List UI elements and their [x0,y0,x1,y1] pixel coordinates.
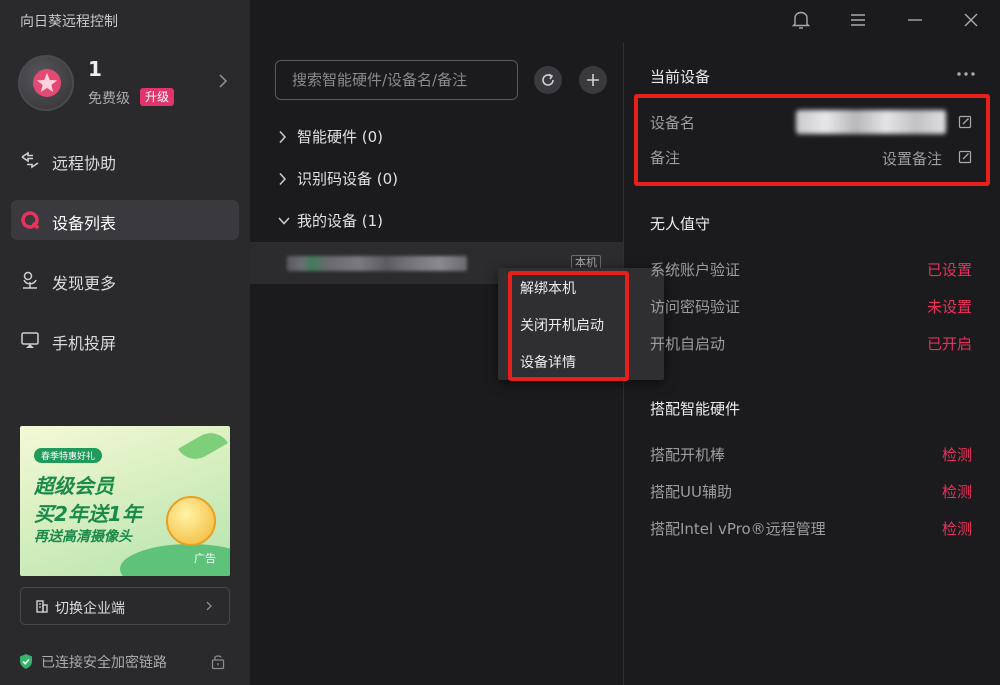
chevron-right-icon[interactable] [218,73,228,89]
uu-assist-check-link[interactable]: 检测 [942,481,972,502]
device-list-icon [21,211,40,230]
edit-icon[interactable] [958,150,972,164]
shield-check-icon [20,654,32,669]
search-input[interactable] [292,70,507,90]
sidebar: 向日葵远程控制 1 免费级 升级 远程协助 设备列表 发现更多 手机投屏 春季特… [0,0,250,685]
screen-cast-icon [21,332,39,348]
nav-item-device-list[interactable]: 设备列表 [11,200,239,240]
autostart-value[interactable]: 已开启 [927,333,972,354]
ad-subline: 买2年送1年 [34,502,142,526]
plus-icon [587,74,599,86]
nav-label: 远程协助 [52,154,117,173]
ad-label: 广告 [194,552,216,565]
more-icon[interactable] [955,66,977,82]
uu-assist-label: 搭配UU辅助 [650,483,732,501]
search-box[interactable] [275,60,518,100]
nav-label: 发现更多 [52,274,117,293]
tree-group-label: 智能硬件 (0) [297,128,384,146]
menu-icon[interactable] [846,8,870,32]
switch-enterprise-button[interactable]: 切换企业端 [20,587,230,625]
secure-status-label: 已连接安全加密链路 [41,655,167,671]
nav-item-screen-cast[interactable]: 手机投屏 [11,320,239,360]
add-device-button[interactable] [579,66,607,94]
tree-group-label: 我的设备 (1) [297,212,384,230]
autostart-label: 开机自启动 [650,335,726,353]
remote-assist-icon [21,151,39,169]
set-remark-link[interactable]: 设置备注 [882,148,942,169]
minimize-icon[interactable] [903,8,927,32]
menu-item-disable-autostart[interactable]: 关闭开机启动 [520,315,604,335]
unattended-title: 无人值守 [650,215,711,233]
current-device-highlight [634,94,990,186]
menu-item-device-details[interactable]: 设备详情 [520,352,576,372]
ad-tag: 春季特惠好礼 [34,448,103,463]
nav-item-discover[interactable]: 发现更多 [11,260,239,300]
chevron-right-icon [279,172,287,186]
upgrade-badge[interactable]: 升级 [140,88,175,106]
edit-icon[interactable] [958,115,972,129]
avatar[interactable] [18,55,74,111]
ad-headline: 超级会员 [34,474,114,498]
menu-item-unbind[interactable]: 解绑本机 [520,278,576,298]
remark-label: 备注 [650,149,681,167]
profile-name: 1 [88,57,102,81]
device-name-value-redacted [796,110,946,134]
profile-card[interactable]: 1 免费级 升级 [18,55,234,111]
nav-label: 设备列表 [52,214,117,233]
smart-hardware-title: 搭配智能硬件 [650,400,741,418]
ad-extra: 再送高清摄像头 [34,529,132,545]
leaf-decoration [178,426,228,467]
refresh-button[interactable] [534,66,562,94]
device-name-redacted [287,256,467,271]
ad-banner[interactable]: 春季特惠好礼 超级会员 买2年送1年 再送高清摄像头 广告 [20,426,230,576]
lock-icon[interactable] [210,653,226,670]
current-device-title: 当前设备 [650,68,711,86]
star-icon [33,69,61,97]
device-name-label: 设备名 [650,114,696,132]
bell-icon[interactable] [789,8,813,32]
tree-group-label: 识别码设备 (0) [297,170,399,188]
enterprise-label: 切换企业端 [55,601,125,617]
chevron-right-icon [279,130,287,144]
device-context-menu: 解绑本机 关闭开机启动 设备详情 [498,268,664,380]
refresh-icon [542,73,554,86]
chevron-down-icon [278,217,290,225]
system-account-auth-label: 系统账户验证 [650,261,741,279]
system-account-auth-value[interactable]: 已设置 [927,259,972,280]
intel-vpro-check-link[interactable]: 检测 [942,518,972,539]
membership-level: 免费级 [88,91,130,107]
access-password-auth-value[interactable]: 未设置 [927,296,972,317]
secure-connection-status: 已连接安全加密链路 [18,652,230,672]
nav-label: 手机投屏 [52,334,117,353]
discover-icon [23,271,37,289]
coin-icon [166,496,216,546]
chevron-right-icon [206,601,212,611]
intel-vpro-label: 搭配Intel vPro®远程管理 [650,520,826,538]
app-title: 向日葵远程控制 [20,14,118,30]
close-icon[interactable] [959,8,983,32]
nav-item-remote-assist[interactable]: 远程协助 [11,140,239,180]
power-stick-label: 搭配开机棒 [650,446,726,464]
access-password-auth-label: 访问密码验证 [650,298,741,316]
power-stick-check-link[interactable]: 检测 [942,444,972,465]
building-icon [36,600,48,613]
